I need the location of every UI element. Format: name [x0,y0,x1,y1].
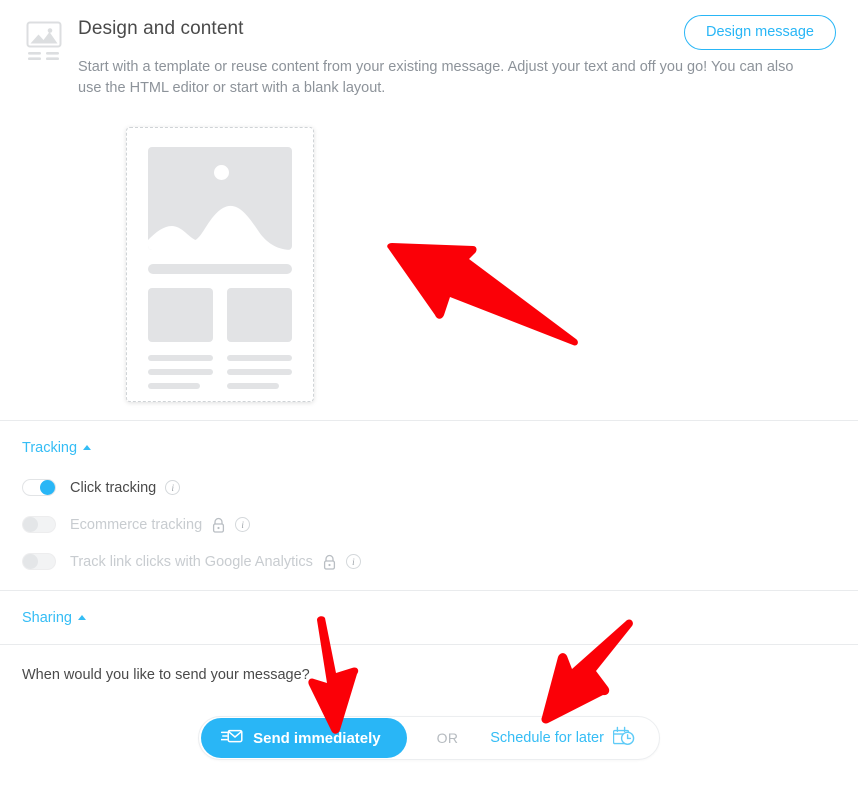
sharing-section: Sharing [0,591,858,644]
placeholder-mountain [148,205,292,250]
click-tracking-switch[interactable] [22,479,56,496]
template-box-left [148,288,213,342]
switch-knob [40,480,55,495]
section-description: Start with a template or reuse content f… [78,59,794,96]
design-and-content-section: Design and content Start with a template… [0,0,858,402]
send-mode-toggle-group: Send immediately OR Schedule for later [198,716,660,760]
switch-knob [23,517,38,532]
template-image-placeholder [148,147,292,250]
schedule-question: When would you like to send your message… [22,667,310,683]
switch-knob [23,554,38,569]
sharing-collapse-toggle[interactable]: Sharing [22,610,86,626]
image-layout-icon [22,16,68,67]
schedule-for-later-label: Schedule for later [490,730,604,746]
lock-icon [211,517,226,533]
send-immediately-button[interactable]: Send immediately [201,718,407,758]
template-line [227,369,292,375]
send-options-wrapper: Send immediately OR Schedule for later [22,716,836,760]
template-box-right [227,288,292,342]
envelope-send-icon [220,728,243,749]
tracking-option-ecommerce-tracking: Ecommerce tracking i [22,516,836,533]
template-text-lines [148,355,292,397]
template-title-bar [148,264,292,274]
schedule-for-later-button[interactable]: Schedule for later [488,726,657,751]
tracking-collapse-toggle[interactable]: Tracking [22,440,92,456]
ecommerce-tracking-label: Ecommerce tracking [70,516,203,533]
send-immediately-label: Send immediately [253,729,381,747]
sharing-section-label: Sharing [22,610,72,626]
info-icon[interactable]: i [165,480,181,495]
info-icon[interactable]: i [345,554,361,569]
ecommerce-tracking-switch [22,516,56,533]
google-analytics-label: Track link clicks with Google Analytics [70,553,313,570]
tracking-option-google-analytics: Track link clicks with Google Analytics … [22,553,836,570]
schedule-section: When would you like to send your message… [0,645,858,760]
or-separator-label: OR [436,730,459,746]
chevron-up-icon [77,615,86,620]
info-icon[interactable]: i [235,517,251,532]
template-line [148,383,200,389]
template-lines-left [148,355,213,397]
click-tracking-label: Click tracking [70,479,157,496]
tracking-section: Tracking Click tracking i Ecommerce trac… [0,421,858,590]
template-line [148,369,213,375]
calendar-clock-icon [612,726,635,751]
email-template-preview-card[interactable] [126,127,314,402]
campaign-editor-page: Design and content Start with a template… [0,0,858,810]
template-line [227,383,279,389]
design-message-button[interactable]: Design message [684,15,836,50]
template-lines-right [227,355,292,397]
tracking-option-click-tracking: Click tracking i [22,479,836,496]
template-line [148,355,213,361]
template-column-boxes [148,288,292,342]
placeholder-sun [214,165,229,180]
lock-icon [322,554,337,570]
template-line [227,355,292,361]
template-preview-area [22,99,836,402]
chevron-up-icon [83,445,92,450]
tracking-section-label: Tracking [22,440,78,456]
google-analytics-switch [22,553,56,570]
